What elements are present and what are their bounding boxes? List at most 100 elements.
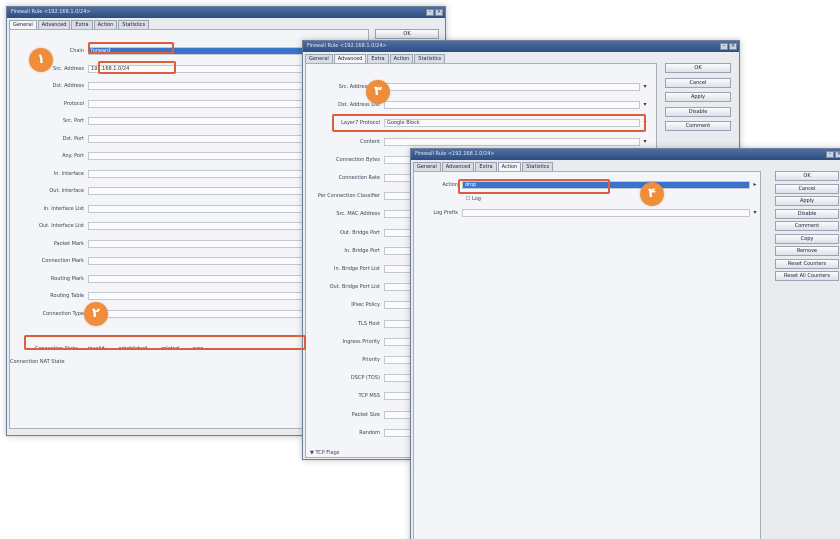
tab-general[interactable]: General [305, 54, 333, 63]
tab-bar: General Advanced Extra Action Statistics [413, 162, 554, 171]
window-controls: – × [426, 9, 443, 16]
step-badge-1: ١ [29, 48, 53, 72]
tcp-flags-toggle[interactable]: ▼ TCP Flags [310, 448, 370, 458]
field-label: In. Interface List [43, 205, 84, 212]
field-input[interactable] [384, 83, 640, 91]
field-label: Packet Size [351, 411, 380, 418]
field-label: Connection Mark [41, 258, 84, 264]
field-label: Dst. Address List [338, 102, 380, 109]
field-label: Any. Port [62, 153, 84, 159]
action-button[interactable]: Disable [665, 106, 731, 117]
log-checkbox-icon[interactable]: ☐ [462, 194, 470, 204]
tab-statistics[interactable]: Statistics [118, 20, 150, 29]
field-row: Src. Address List ▾ [306, 82, 658, 92]
field-label: Out. Bridge Port [339, 229, 380, 236]
window-title: Firewall Rule <192.168.1.0/24> [7, 7, 445, 18]
tab-statistics[interactable]: Statistics [414, 54, 446, 63]
action-label: Action [442, 182, 458, 188]
tab-bar: General Advanced Extra Action Statistics [305, 54, 446, 63]
field-label: Dst. Address [52, 83, 84, 89]
action-button[interactable]: Apply [665, 92, 731, 102]
tab-extra[interactable]: Extra [71, 20, 93, 29]
log-prefix-label: Log Prefix [433, 210, 458, 216]
action-button[interactable]: Comment [775, 221, 839, 231]
dropdown-arrow-icon[interactable]: ▾ [642, 101, 648, 109]
field-label: DSCP (TOS) [350, 375, 380, 382]
field-label: TLS Host [358, 320, 380, 327]
step-badge-4: ۴ [640, 182, 664, 206]
action-button[interactable]: OK [775, 171, 839, 181]
field-label: Routing Table [50, 293, 84, 299]
field-label: Src. MAC Address [336, 211, 380, 218]
minimize-icon[interactable]: – [826, 151, 834, 158]
dropdown-arrow-icon[interactable]: ▸ [752, 181, 758, 189]
field-row: Dst. Address List ▾ [306, 100, 658, 110]
field-label: Protocol [63, 100, 84, 107]
field-label: Out. Bridge Port List [329, 284, 380, 291]
field-label: Content [360, 138, 380, 145]
action-button[interactable]: Disable [775, 208, 839, 219]
field-label: Connection Bytes [336, 156, 380, 163]
minimize-icon[interactable]: – [426, 9, 434, 16]
step-badge-2: ٢ [84, 302, 108, 326]
dropdown-arrow-icon[interactable]: ▾ [642, 138, 648, 146]
close-icon[interactable]: × [729, 43, 737, 50]
highlight-action [458, 179, 610, 194]
tab-action[interactable]: Action [497, 162, 522, 171]
ok-button[interactable]: OK [375, 29, 439, 39]
action-pane: Action drop ▸ ☐ Log Log Prefix ▾ [413, 171, 761, 539]
field-label: TCP MSS [358, 393, 380, 400]
action-button[interactable]: Reset All Counters [775, 271, 839, 281]
tab-statistics[interactable]: Statistics [522, 162, 554, 171]
action-button[interactable]: Apply [775, 196, 839, 206]
tab-advanced[interactable]: Advanced [333, 54, 367, 63]
tab-bar: General Advanced Extra Action Statistics [9, 20, 150, 29]
firewall-rule-window-action: Firewall Rule <192.168.1.0/24> – × Gener… [410, 148, 840, 539]
field-label: In. Interface [53, 170, 84, 177]
log-row: ☐ Log [414, 194, 762, 204]
field-label: IPsec Policy [351, 302, 380, 309]
window-controls: – × [826, 151, 840, 158]
action-button[interactable]: Cancel [665, 77, 731, 88]
window-controls: – × [720, 43, 737, 50]
tab-extra[interactable]: Extra [367, 54, 389, 63]
field-label: Dst. Port [62, 135, 84, 142]
field-input[interactable] [384, 137, 640, 146]
tab-advanced[interactable]: Advanced [441, 162, 475, 171]
field-input[interactable] [384, 101, 640, 110]
tcp-flags-label: TCP Flags [315, 450, 340, 456]
tab-action[interactable]: Action [389, 54, 414, 63]
field-label: In. Bridge Port List [334, 266, 380, 272]
tab-extra[interactable]: Extra [475, 162, 497, 171]
close-icon[interactable]: × [835, 151, 840, 158]
minimize-icon[interactable]: – [720, 43, 728, 50]
action-button[interactable]: Copy [775, 233, 839, 244]
log-prefix-input[interactable] [462, 209, 750, 217]
highlight-src-address [98, 61, 176, 74]
tab-general[interactable]: General [9, 20, 37, 29]
field-label: Packet Mark [53, 240, 84, 247]
field-label: Out. Interface [49, 188, 84, 194]
tab-advanced[interactable]: Advanced [37, 20, 71, 29]
field-label: Routing Mark [50, 275, 84, 282]
tab-general[interactable]: General [413, 162, 441, 171]
action-button[interactable]: Remove [775, 246, 839, 256]
log-label: Log [472, 196, 481, 202]
highlight-chain [88, 42, 174, 54]
window-title: Firewall Rule <192.168.1.0/24> [303, 41, 739, 52]
log-prefix-row: Log Prefix ▾ [414, 208, 762, 218]
field-label: Ingress Priority [342, 338, 380, 345]
window-title: Firewall Rule <192.168.1.0/24> [411, 149, 840, 160]
action-button[interactable]: Cancel [775, 183, 839, 194]
field-label: Out. Interface List [39, 223, 84, 229]
tab-action[interactable]: Action [93, 20, 118, 29]
field-label: Src. Port [63, 118, 84, 124]
action-button[interactable]: Comment [665, 121, 731, 131]
action-button[interactable]: Reset Counters [775, 258, 839, 269]
dropdown-arrow-icon[interactable]: ▾ [752, 209, 758, 217]
action-button[interactable]: OK [665, 63, 731, 73]
field-label: Random [359, 429, 380, 436]
close-icon[interactable]: × [435, 9, 443, 16]
connection-nat-state-label: Connection NAT State [10, 359, 65, 365]
dropdown-arrow-icon[interactable]: ▾ [642, 83, 648, 91]
